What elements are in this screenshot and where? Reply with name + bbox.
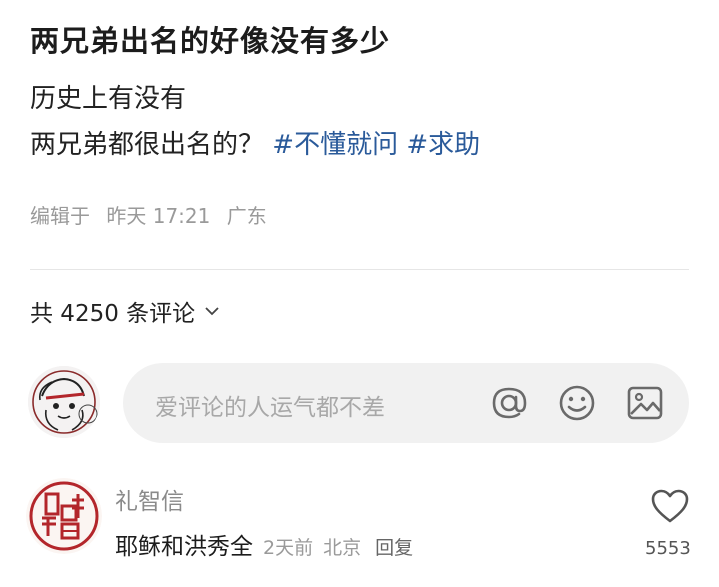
reply-button[interactable]: 回复 — [375, 533, 413, 560]
chevron-down-icon — [205, 307, 219, 316]
image-button[interactable] — [623, 381, 667, 425]
avatar-illustration — [28, 366, 100, 438]
comment-time: 2天前 — [263, 537, 314, 559]
heart-icon — [651, 489, 689, 523]
commenter-name[interactable]: 礼智信 — [115, 482, 184, 516]
edit-label: 编辑于 — [30, 204, 90, 228]
image-icon — [627, 386, 663, 420]
post-location: 广东 — [226, 204, 267, 228]
emoji-icon — [559, 385, 595, 421]
red-seal-avatar — [26, 478, 102, 554]
post-body-text: 两兄弟都很出名的？ — [30, 130, 265, 160]
post-body-line-1: 历史上有没有 — [30, 84, 187, 114]
comment-sort-toggle[interactable]: 共 4250 条评论 — [30, 294, 221, 328]
comment-input-placeholder: 爱评论的人运气都不差 — [155, 395, 385, 421]
at-button[interactable] — [487, 381, 531, 425]
comment-input[interactable]: 爱评论的人运气都不差 — [123, 363, 689, 443]
comment-count-label: 共 4250 条评论 — [30, 301, 196, 327]
emoji-button[interactable] — [555, 381, 599, 425]
hashtag-qiu-zhu[interactable]: #求助 — [406, 130, 480, 160]
comment-location: 北京 — [323, 537, 362, 559]
post-meta: 编辑于 昨天 17:21 广东 — [30, 200, 277, 229]
commenter-avatar[interactable] — [26, 478, 102, 554]
divider — [30, 269, 689, 270]
like-count: 5553 — [645, 538, 691, 559]
post-body-line-2: 两兄弟都很出名的？ #不懂就问 #求助 — [30, 124, 480, 161]
my-avatar[interactable] — [28, 366, 100, 438]
hashtag-bu-dong-jiu-wen[interactable]: #不懂就问 — [272, 130, 398, 160]
comment-text: 耶稣和洪秀全 — [115, 534, 253, 560]
post-page: 两兄弟出名的好像没有多少 历史上有没有 两兄弟都很出名的？ #不懂就问 #求助 … — [0, 0, 719, 587]
post-time: 昨天 17:21 — [106, 204, 211, 228]
at-icon — [492, 387, 527, 419]
like-button[interactable] — [640, 488, 700, 528]
comment-item: 耶稣和洪秀全 2天前 北京 回复 — [115, 527, 413, 561]
post-title: 两兄弟出名的好像没有多少 — [30, 24, 391, 58]
